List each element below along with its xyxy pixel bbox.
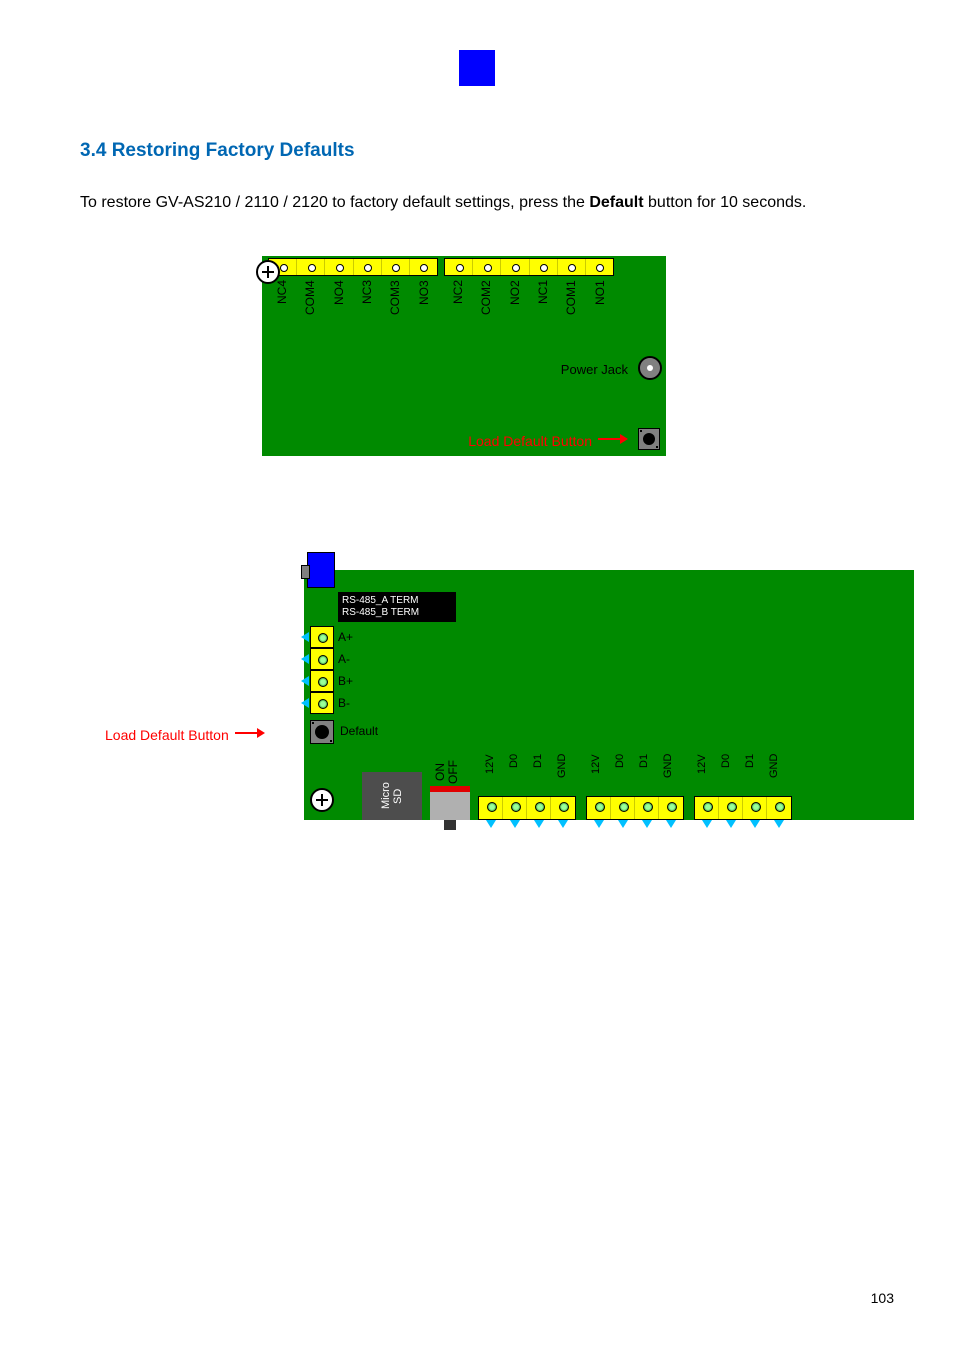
body-paragraph: To restore GV-AS210 / 2110 / 2120 to fac… <box>80 188 894 218</box>
rj45-connector-icon <box>307 552 335 588</box>
side-terminal-labels: A+ A- B+ B- <box>338 626 353 714</box>
load-default-label-2: Load Default Button <box>105 726 265 743</box>
power-jack-icon <box>638 356 662 380</box>
default-button-text: Default <box>340 724 378 738</box>
page-number: 103 <box>871 1290 894 1306</box>
pcb-diagram-bottom: Load Default Button RS-485_A TERM RS-485… <box>80 540 914 820</box>
arrow-right-icon <box>235 726 265 743</box>
bottom-terminal-blocks <box>478 796 914 820</box>
terminal-block-right <box>444 258 614 276</box>
screw-icon <box>310 788 334 812</box>
pcb-board-2: RS-485_A TERM RS-485_B TERM A+ A- B+ B- … <box>304 570 914 820</box>
pin-labels-left: NC4 COM4 NO4 NC3 COM3 NO3 <box>268 280 438 324</box>
body-text-before: To restore GV-AS210 / 2110 / 2120 to fac… <box>80 194 589 211</box>
header-blue-marker <box>459 50 495 86</box>
micro-sd-slot: MicroSD <box>362 772 422 820</box>
section-title: 3.4 Restoring Factory Defaults <box>80 140 355 162</box>
dip-switch-icon <box>430 786 470 820</box>
side-terminal-block <box>310 626 334 714</box>
pcb-diagram-top: NC4 COM4 NO4 NC3 COM3 NO3 NC2 COM2 NO2 N… <box>262 256 666 456</box>
rs485-term-label: RS-485_A TERM RS-485_B TERM <box>338 592 456 622</box>
body-text-after: button for 10 seconds. <box>648 194 806 211</box>
screw-icon <box>256 260 280 284</box>
terminal-block-left <box>268 258 438 276</box>
bottom-terminal-labels: 12V D0 D1 GND 12V D0 D1 GND 12V D0 D1 GN… <box>478 754 914 790</box>
load-default-button-icon-2 <box>310 720 334 744</box>
power-jack-label: Power Jack <box>561 362 628 377</box>
load-default-label-1: Load Default Button <box>468 432 628 449</box>
pin-labels-right: NC2 COM2 NO2 NC1 COM1 NO1 <box>444 280 614 324</box>
body-text-default-word: Default <box>589 194 643 211</box>
load-default-button-icon-1 <box>638 428 660 450</box>
arrow-right-icon <box>598 432 628 449</box>
on-off-label: ONOFF <box>434 760 464 784</box>
